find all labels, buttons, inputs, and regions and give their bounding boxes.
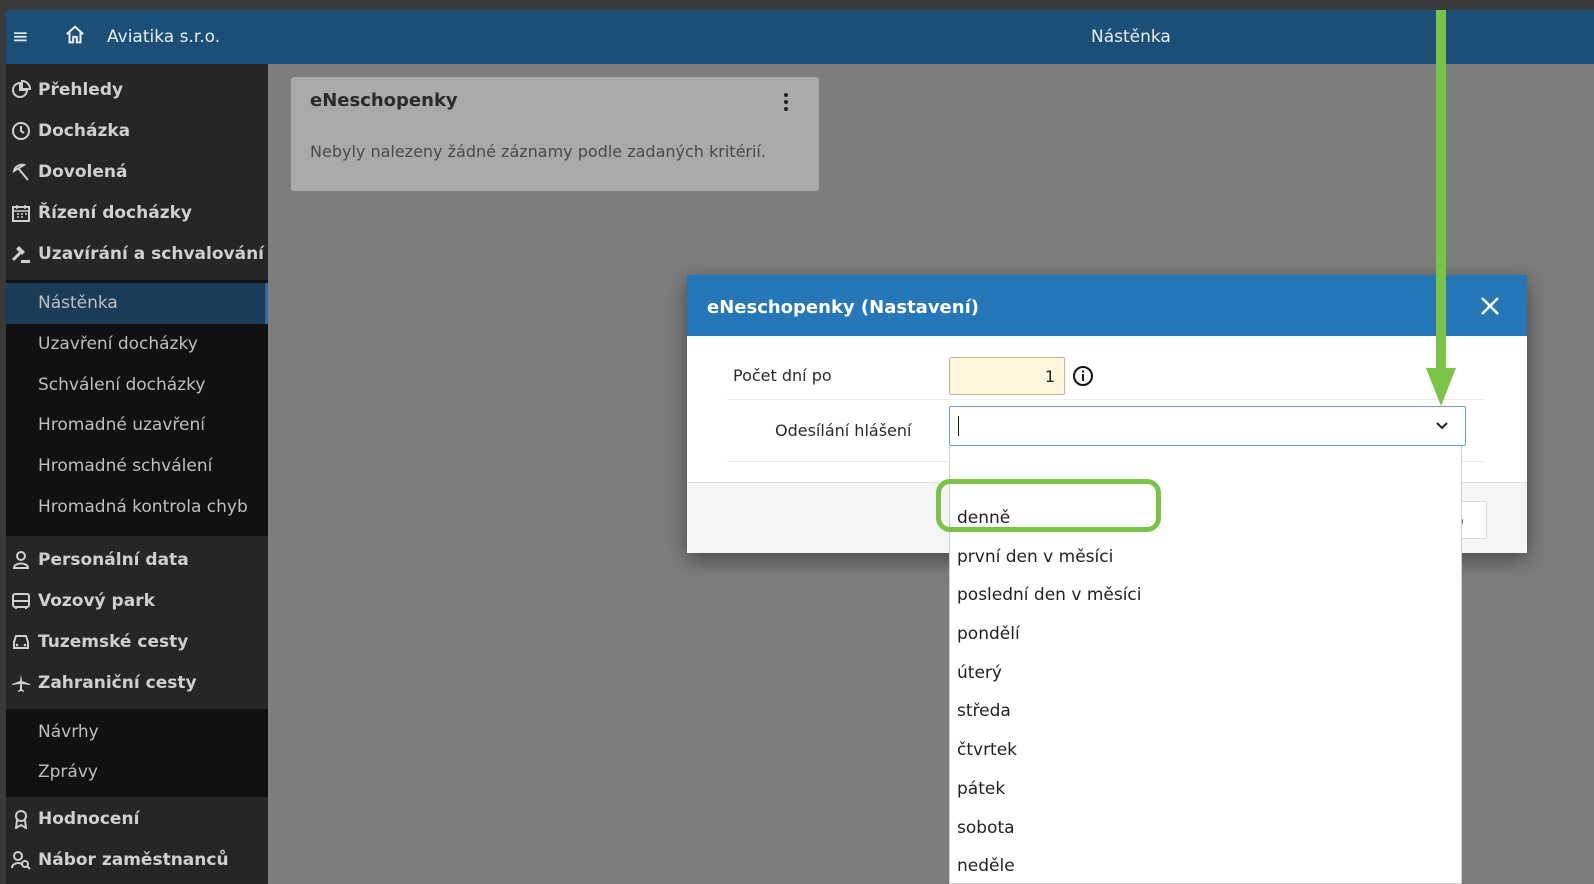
- sidebar-subitem-label: Hromadné schválení: [38, 456, 213, 476]
- dropdown-option[interactable]: čtvrtek: [957, 740, 1017, 760]
- beach-umbrella-icon: [12, 163, 29, 181]
- send-select[interactable]: [949, 406, 1466, 446]
- sidebar-item-zahranicni-cesty[interactable]: Zahraniční cesty: [6, 663, 268, 704]
- close-icon[interactable]: [1479, 295, 1501, 317]
- highlight-box: [936, 479, 1161, 532]
- sidebar-item-label: Uzavírání a schvalování: [38, 244, 265, 264]
- text-cursor: [958, 416, 959, 436]
- top-bar: ≡ Aviatika s.r.o. Nástěnka: [6, 10, 1594, 64]
- gavel-icon: [11, 246, 30, 263]
- sidebar-item-label: Přehledy: [38, 80, 124, 100]
- empty-message: Nebyly nalezeny žádné záznamy podle zada…: [310, 142, 766, 161]
- person-search-icon: [11, 851, 31, 870]
- app-window: ≡ Aviatika s.r.o. Nástěnka Přehledy Doch…: [6, 10, 1594, 884]
- sidebar-item-label: Vozový park: [38, 591, 155, 611]
- sidebar-item-label: Personální data: [38, 550, 189, 570]
- sidebar-item-rizeni-dochazky[interactable]: Řízení docházky: [6, 193, 268, 234]
- send-label: Odesílání hlášení: [775, 421, 912, 440]
- sidebar-subitem-schvaleni-dochazky[interactable]: Schválení docházky: [6, 365, 268, 406]
- dialog-title: eNeschopenky (Nastavení): [707, 297, 979, 318]
- sidebar-subitem-hromadne-uzavreni[interactable]: Hromadné uzavření: [6, 405, 268, 446]
- chevron-down-icon[interactable]: [1435, 419, 1449, 433]
- sidebar-item-hodnoceni[interactable]: Hodnocení: [6, 799, 268, 840]
- sidebar-subitem-navrhy[interactable]: Návrhy: [6, 712, 268, 753]
- sidebar-item-label: Zahraniční cesty: [38, 673, 197, 693]
- annotation-arrow-head: [1426, 368, 1456, 406]
- sidebar-subitem-uzavreni-dochazky[interactable]: Uzavření docházky: [6, 324, 268, 365]
- card-title: eNeschopenky: [310, 90, 458, 111]
- company-name[interactable]: Aviatika s.r.o.: [107, 27, 220, 47]
- home-icon[interactable]: [64, 24, 86, 46]
- sidebar-item-label: Dovolená: [38, 162, 128, 182]
- sidebar-item-uzavirani[interactable]: Uzavírání a schvalování: [6, 234, 268, 275]
- travel-submenu: Návrhy Zprávy: [6, 709, 268, 797]
- days-input[interactable]: 1: [949, 357, 1065, 395]
- dropdown-option[interactable]: první den v měsíci: [957, 547, 1113, 567]
- sidebar-subitem-hromadne-schvaleni[interactable]: Hromadné schválení: [6, 446, 268, 487]
- calendar-icon: [12, 205, 30, 222]
- days-label: Počet dní po: [733, 366, 832, 385]
- person-icon: [12, 551, 30, 569]
- sidebar-item-dovolena[interactable]: Dovolená: [6, 152, 268, 193]
- dropdown-option[interactable]: poslední den v měsíci: [957, 585, 1142, 605]
- bus-icon: [12, 593, 30, 609]
- dropdown-option[interactable]: pondělí: [957, 624, 1020, 644]
- approval-submenu: Nástěnka Uzavření docházky Schválení doc…: [6, 280, 268, 536]
- pie-chart-icon: [12, 80, 31, 98]
- sidebar-subitem-hromadna-kontrola[interactable]: Hromadná kontrola chyb: [6, 487, 268, 528]
- sidebar-item-vozovy-park[interactable]: Vozový park: [6, 581, 268, 622]
- info-icon[interactable]: [1072, 365, 1094, 387]
- clock-icon: [12, 122, 30, 140]
- plane-icon: [12, 674, 30, 692]
- sidebar-item-dochazka[interactable]: Docházka: [6, 111, 268, 152]
- sidebar-subitem-label: Návrhy: [38, 722, 99, 742]
- sidebar-subitem-label: Hromadné uzavření: [38, 415, 205, 435]
- sidebar-item-label: Docházka: [38, 121, 131, 141]
- car-icon: [13, 635, 29, 649]
- sidebar-subitem-label: Zprávy: [38, 762, 98, 782]
- sidebar-subitem-label: Schválení docházky: [38, 375, 206, 395]
- sidebar-item-personalni-data[interactable]: Personální data: [6, 540, 268, 581]
- sidebar-subitem-label: Hromadná kontrola chyb: [38, 497, 248, 517]
- more-options-icon[interactable]: [781, 91, 791, 113]
- sidebar-subitem-zpravy[interactable]: Zprávy: [6, 752, 268, 793]
- sidebar: Přehledy Docházka Dovolená Řízení docház…: [6, 64, 268, 884]
- page-title: Nástěnka: [1091, 27, 1171, 47]
- sidebar-subitem-label: Nástěnka: [38, 293, 118, 313]
- sidebar-subitem-label: Uzavření docházky: [38, 334, 198, 354]
- sidebar-item-nabor[interactable]: Nábor zaměstnanců: [6, 840, 268, 881]
- award-icon: [14, 810, 28, 829]
- dropdown-option[interactable]: úterý: [957, 663, 1002, 683]
- menu-icon[interactable]: ≡: [12, 26, 29, 46]
- annotation-arrow: [1436, 10, 1446, 370]
- sidebar-item-label: Řízení docházky: [38, 203, 192, 223]
- sidebar-subitem-nastenka[interactable]: Nástěnka: [6, 283, 268, 324]
- dropdown-option[interactable]: pátek: [957, 779, 1005, 799]
- sidebar-item-label: Tuzemské cesty: [38, 632, 189, 652]
- eneschopenky-card: eNeschopenky Nebyly nalezeny žádné zázna…: [291, 77, 819, 191]
- sidebar-item-tuzemske-cesty[interactable]: Tuzemské cesty: [6, 622, 268, 663]
- sidebar-item-label: Hodnocení: [38, 809, 140, 829]
- days-row: Počet dní po 1: [727, 350, 1485, 400]
- dropdown-option[interactable]: sobota: [957, 818, 1015, 838]
- dropdown-option[interactable]: neděle: [957, 856, 1015, 876]
- sidebar-item-prehledy[interactable]: Přehledy: [6, 70, 268, 111]
- sidebar-item-label: Nábor zaměstnanců: [38, 850, 229, 870]
- dialog-header: eNeschopenky (Nastavení): [687, 275, 1527, 336]
- dropdown-option[interactable]: středa: [957, 701, 1011, 721]
